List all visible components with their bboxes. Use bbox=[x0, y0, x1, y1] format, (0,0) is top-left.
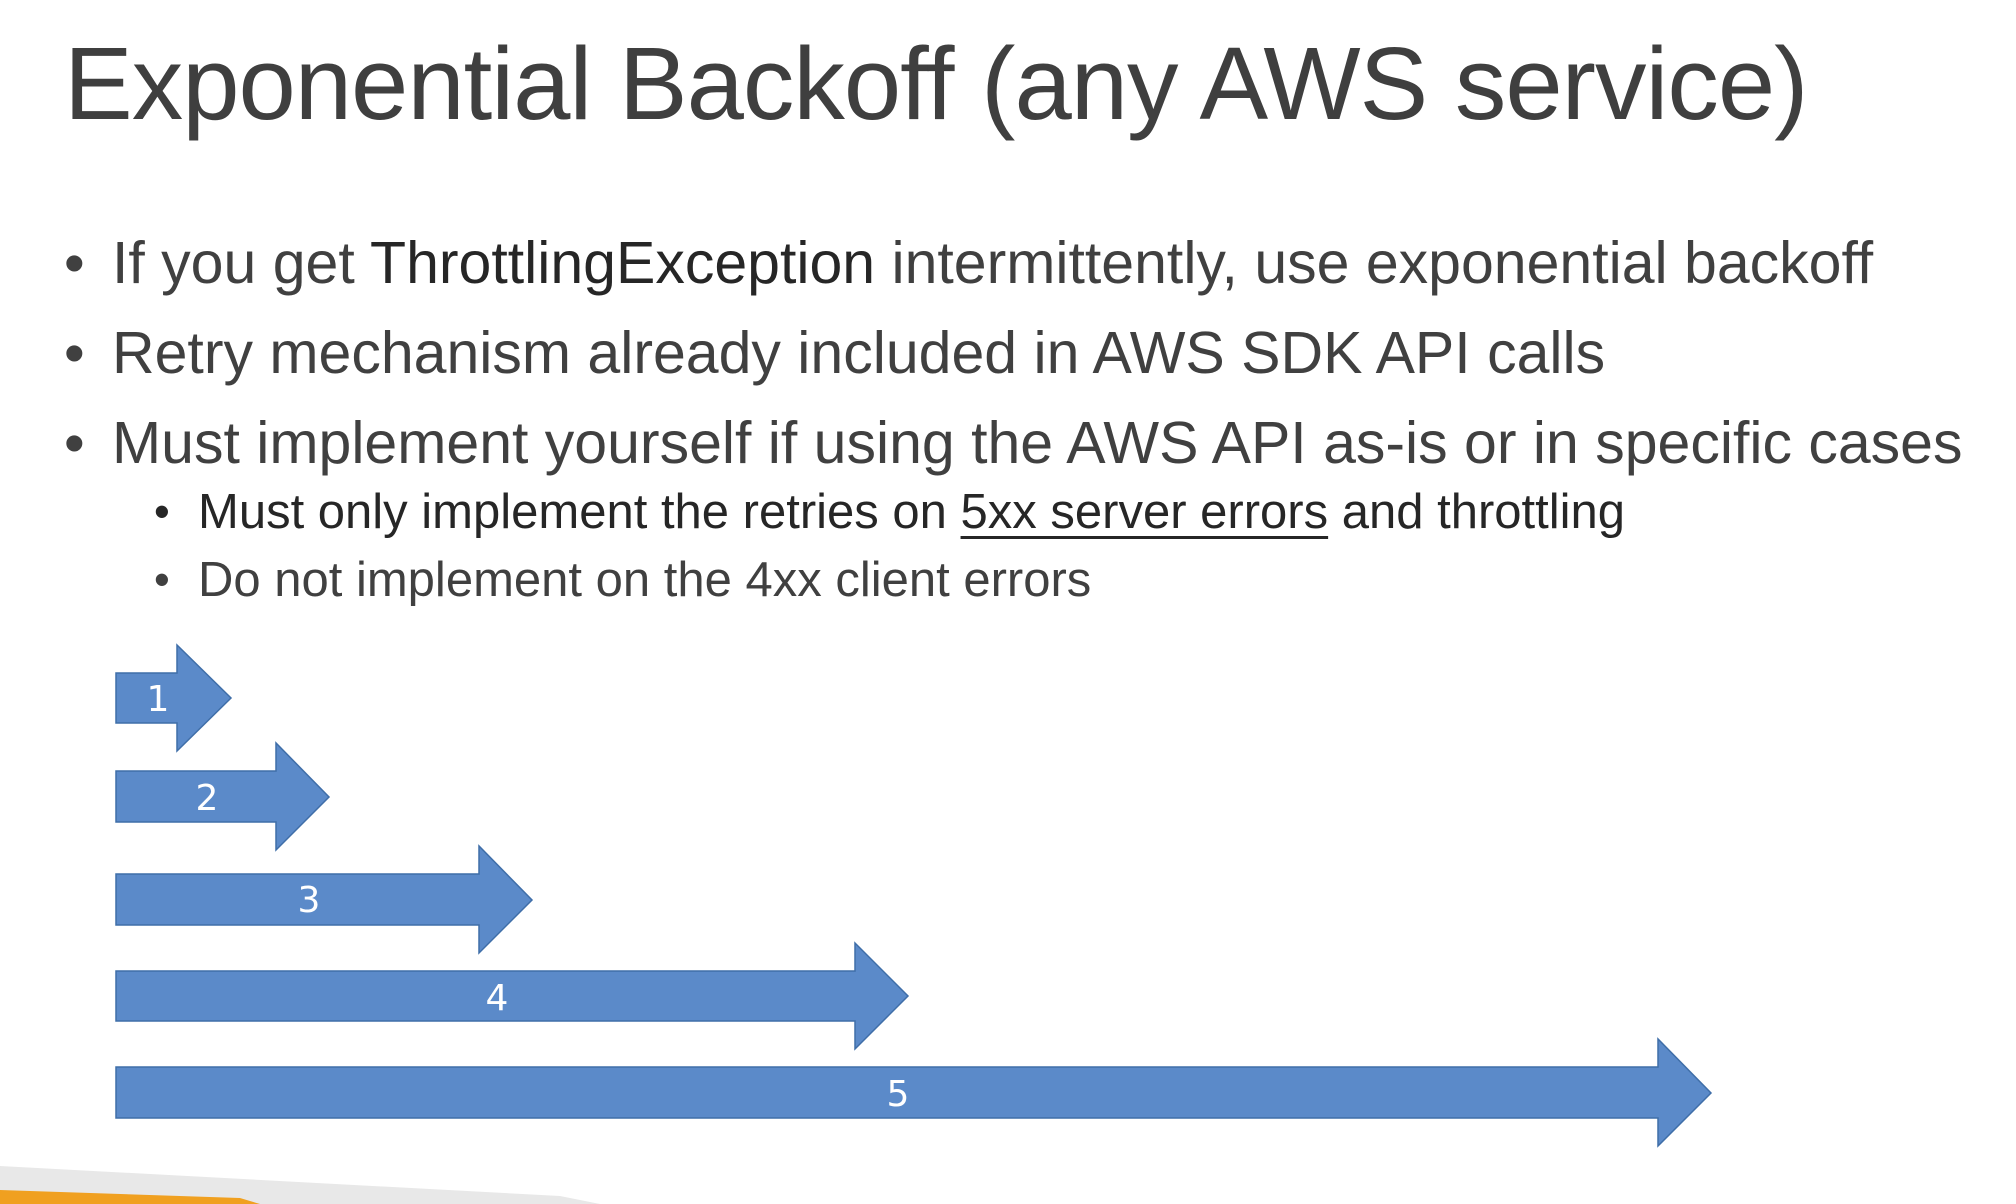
arrow-2: 2 bbox=[115, 741, 331, 852]
footer-decoration bbox=[0, 1166, 600, 1204]
arrow-3-shape bbox=[115, 844, 534, 955]
arrow-5: 5 bbox=[115, 1037, 1713, 1148]
arrow-2-shape bbox=[115, 741, 331, 852]
arrow-2-label: 2 bbox=[196, 778, 219, 819]
slide: Exponential Backoff (any AWS service) If… bbox=[0, 0, 2016, 1204]
arrow-4: 4 bbox=[115, 941, 910, 1051]
arrow-3-label: 3 bbox=[298, 880, 321, 921]
arrow-4-label: 4 bbox=[486, 978, 509, 1019]
arrow-1-label: 1 bbox=[147, 679, 170, 720]
arrow-5-label: 5 bbox=[887, 1074, 910, 1115]
arrow-1-shape bbox=[115, 643, 233, 753]
arrow-5-shape bbox=[115, 1037, 1713, 1148]
backoff-arrows-diagram: 1 2 3 4 5 bbox=[0, 643, 1713, 1204]
arrow-1: 1 bbox=[115, 643, 233, 753]
arrow-3: 3 bbox=[115, 844, 534, 955]
arrow-4-shape bbox=[115, 941, 910, 1051]
